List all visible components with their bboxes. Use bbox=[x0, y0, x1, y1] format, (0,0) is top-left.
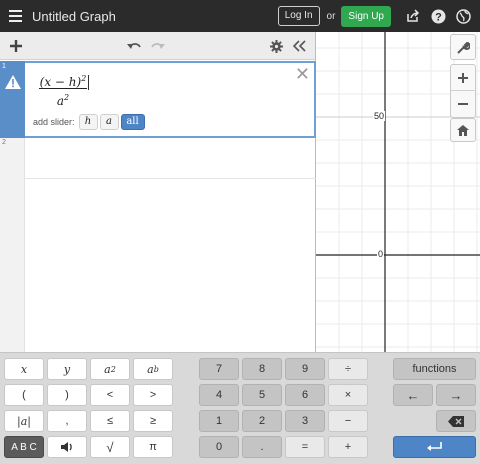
add-expression-icon[interactable] bbox=[8, 37, 24, 55]
key-a-power-b[interactable]: ab bbox=[133, 358, 173, 380]
wrench-icon bbox=[456, 41, 470, 54]
row-divider bbox=[25, 178, 316, 179]
key-y[interactable]: y bbox=[47, 358, 87, 380]
expression-index: 1 bbox=[2, 63, 6, 70]
graph-canvas[interactable]: 50 0 bbox=[316, 32, 480, 352]
origin-label: 0 bbox=[377, 249, 385, 259]
help-icon[interactable]: ? bbox=[430, 8, 446, 24]
cursor-right-button[interactable]: → bbox=[436, 384, 476, 406]
globe-icon[interactable] bbox=[455, 8, 471, 24]
key-decimal[interactable]: . bbox=[242, 436, 282, 458]
share-icon[interactable] bbox=[405, 8, 421, 24]
key-pi[interactable]: π bbox=[133, 436, 173, 458]
key-less-equal[interactable]: ≤ bbox=[90, 410, 130, 432]
key-greater-equal[interactable]: ≥ bbox=[133, 410, 173, 432]
key-sqrt[interactable]: √ bbox=[90, 436, 130, 458]
undo-icon[interactable] bbox=[126, 37, 142, 55]
home-button[interactable] bbox=[450, 118, 476, 142]
text-cursor bbox=[88, 75, 89, 90]
fraction-expression[interactable]: (x − h)2 a2 bbox=[39, 71, 87, 108]
settings-gear-icon[interactable] bbox=[268, 37, 284, 55]
graph-settings-button[interactable] bbox=[450, 34, 476, 60]
y-tick-label-50: 50 bbox=[373, 111, 386, 121]
key-7[interactable]: 7 bbox=[199, 358, 239, 380]
key-less-than[interactable]: < bbox=[90, 384, 130, 406]
home-icon bbox=[457, 124, 469, 136]
key-2[interactable]: 2 bbox=[242, 410, 282, 432]
key-5[interactable]: 5 bbox=[242, 384, 282, 406]
or-text: or bbox=[326, 10, 336, 22]
fraction-numerator: (x − h)2 bbox=[39, 74, 87, 89]
zoom-in-button[interactable] bbox=[450, 65, 476, 91]
top-bar: Untitled Graph Log In or Sign Up ? bbox=[0, 0, 480, 32]
key-a-squared[interactable]: a2 bbox=[90, 358, 130, 380]
key-minus[interactable]: − bbox=[328, 410, 368, 432]
key-4[interactable]: 4 bbox=[199, 384, 239, 406]
key-greater-than[interactable]: > bbox=[133, 384, 173, 406]
svg-text:?: ? bbox=[435, 11, 442, 23]
key-left-paren[interactable]: ( bbox=[4, 384, 44, 406]
slider-h-button[interactable]: h bbox=[78, 114, 98, 130]
fraction-denominator: a2 bbox=[56, 93, 70, 108]
key-comma[interactable]: , bbox=[47, 410, 87, 432]
slider-all-button[interactable]: all bbox=[120, 114, 145, 130]
expression-row-2[interactable]: 2 bbox=[0, 138, 316, 352]
expression-index: 2 bbox=[2, 139, 6, 146]
expression-panel: 1 (x − h)2 a2 ✕ add slider: h a all 2 bbox=[0, 32, 316, 384]
enter-button[interactable] bbox=[393, 436, 476, 458]
expression-gutter-2: 2 bbox=[0, 138, 25, 352]
key-0[interactable]: 0 bbox=[199, 436, 239, 458]
add-slider-row: add slider: h a all bbox=[33, 114, 147, 130]
zoom-out-button[interactable] bbox=[450, 91, 476, 117]
key-x[interactable]: x bbox=[4, 358, 44, 380]
warning-icon[interactable] bbox=[5, 75, 21, 89]
functions-button[interactable]: functions bbox=[393, 358, 476, 380]
delete-expression-icon[interactable]: ✕ bbox=[295, 65, 310, 83]
key-6[interactable]: 6 bbox=[285, 384, 325, 406]
key-right-paren[interactable]: ) bbox=[47, 384, 87, 406]
expression-gutter-1: 1 bbox=[0, 61, 25, 138]
key-multiply[interactable]: × bbox=[328, 384, 368, 406]
key-1[interactable]: 1 bbox=[199, 410, 239, 432]
backspace-icon bbox=[448, 415, 464, 427]
slider-a-button[interactable]: a bbox=[99, 114, 119, 130]
expression-row-1[interactable]: 1 (x − h)2 a2 ✕ add slider: h a all bbox=[0, 61, 316, 138]
key-3[interactable]: 3 bbox=[285, 410, 325, 432]
redo-icon[interactable] bbox=[150, 37, 166, 55]
expression-toolbar bbox=[0, 32, 315, 60]
menu-icon[interactable] bbox=[0, 0, 30, 32]
collapse-panel-icon[interactable] bbox=[291, 37, 307, 55]
speaker-icon bbox=[61, 442, 72, 452]
key-plus[interactable]: + bbox=[328, 436, 368, 458]
plus-icon bbox=[458, 72, 468, 83]
login-button[interactable]: Log In bbox=[277, 6, 320, 26]
expression-input[interactable]: (x − h)2 a2 ✕ add slider: h a all bbox=[25, 61, 316, 138]
zoom-controls bbox=[450, 64, 476, 118]
add-slider-label: add slider: bbox=[33, 117, 75, 127]
key-9[interactable]: 9 bbox=[285, 358, 325, 380]
audio-button[interactable] bbox=[47, 436, 87, 458]
key-8[interactable]: 8 bbox=[242, 358, 282, 380]
cursor-left-button[interactable]: ← bbox=[393, 384, 433, 406]
enter-icon bbox=[426, 442, 442, 451]
key-divide[interactable]: ÷ bbox=[328, 358, 368, 380]
minus-icon bbox=[458, 103, 468, 105]
backspace-button[interactable] bbox=[436, 410, 476, 432]
key-equals[interactable]: = bbox=[285, 436, 325, 458]
abc-button[interactable]: A B C bbox=[4, 436, 44, 458]
graph-title[interactable]: Untitled Graph bbox=[32, 9, 116, 24]
math-keypad: x y a2 ab ( ) < > |a| , ≤ ≥ A B C √ π 7 … bbox=[0, 352, 480, 464]
key-absolute-value[interactable]: |a| bbox=[4, 410, 44, 432]
signup-button[interactable]: Sign Up bbox=[341, 5, 391, 27]
